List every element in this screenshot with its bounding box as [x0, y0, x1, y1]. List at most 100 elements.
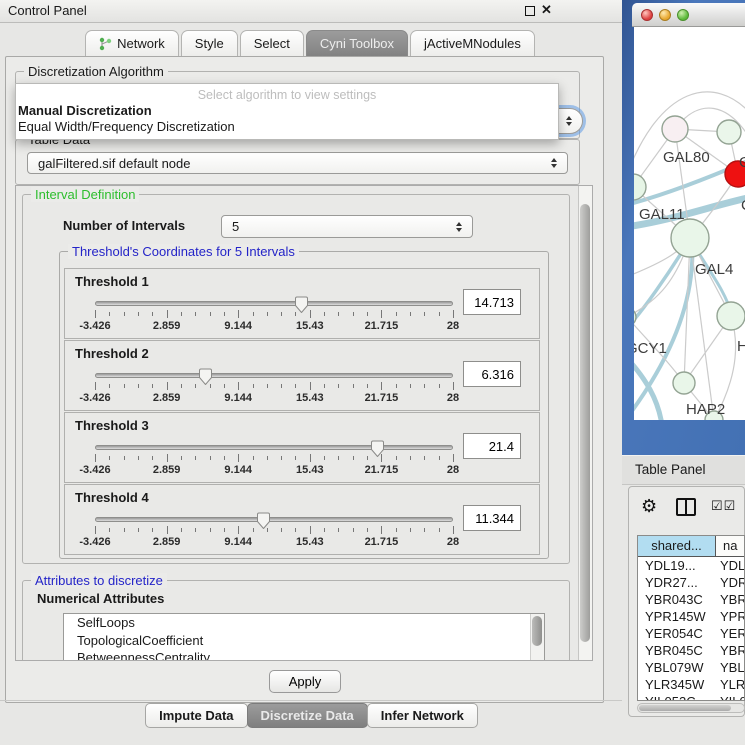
- checkbox-icons[interactable]: ☑☑: [711, 498, 736, 514]
- table-data-combobox[interactable]: galFiltered.sif default node: [27, 152, 568, 174]
- threshold-value-input[interactable]: [463, 361, 521, 387]
- tab-label: Select: [254, 36, 290, 51]
- list-scrollbar-thumb[interactable]: [532, 616, 542, 646]
- attribute-item-betweennesscentrality[interactable]: BetweennessCentrality: [64, 649, 544, 660]
- tab-network[interactable]: Network: [85, 30, 179, 56]
- cell-name[interactable]: YPR1: [716, 608, 744, 625]
- scale-tick-label: 21.715: [365, 536, 399, 548]
- interval-definition-group: Interval Definition Number of Intervals …: [22, 194, 570, 564]
- network-node[interactable]: [673, 372, 695, 394]
- cell-shared-name[interactable]: YER054C: [638, 625, 716, 642]
- bottom-tab-infer-network[interactable]: Infer Network: [367, 703, 478, 728]
- attribute-item-topologicalcoefficient[interactable]: TopologicalCoefficient: [64, 632, 544, 650]
- table-row[interactable]: YPR145WYPR1: [638, 608, 744, 625]
- split-column-icon[interactable]: [676, 498, 696, 516]
- cell-name[interactable]: YIL0: [716, 693, 744, 701]
- bottom-tab-impute-data[interactable]: Impute Data: [145, 703, 247, 728]
- attribute-item-selfloops[interactable]: SelfLoops: [64, 614, 544, 632]
- tab-cyni-toolbox[interactable]: Cyni Toolbox: [306, 30, 408, 56]
- table-row[interactable]: YDR27...YDR2: [638, 574, 744, 591]
- column-header-name[interactable]: na: [716, 536, 744, 556]
- tab-label: Cyni Toolbox: [320, 36, 394, 51]
- tab-select[interactable]: Select: [240, 30, 304, 56]
- float-window-icon[interactable]: [525, 6, 535, 16]
- slider-track[interactable]: [95, 373, 453, 378]
- cell-name[interactable]: YDL1: [716, 557, 744, 574]
- threshold-slider[interactable]: -3.4262.8599.14415.4321.71528: [95, 513, 453, 553]
- scale-tick-label: 28: [447, 464, 459, 476]
- table-row[interactable]: YBL079WYBL0: [638, 659, 744, 676]
- threshold-slider[interactable]: -3.4262.8599.14415.4321.71528: [95, 297, 453, 337]
- cell-name[interactable]: YBL0: [716, 659, 744, 676]
- settings-scrollbar-thumb[interactable]: [580, 204, 590, 642]
- table-row[interactable]: YBR045CYBR0: [638, 642, 744, 659]
- dropdown-option-manual-discretization[interactable]: Manual Discretization: [16, 102, 558, 118]
- list-scrollbar[interactable]: [530, 614, 544, 660]
- network-window: GAL80GCGAL11GAL4GCY1HHAP2: [622, 0, 745, 455]
- minimize-traffic-light-icon[interactable]: [659, 9, 671, 21]
- cell-shared-name[interactable]: YLR345W: [638, 676, 716, 693]
- table-panel-toolbar: ⚙ ☑☑: [629, 495, 745, 519]
- attributes-group: Attributes to discretize Numerical Attri…: [22, 580, 570, 660]
- cell-name[interactable]: YDR2: [716, 574, 744, 591]
- table-row[interactable]: YIL052CYIL0: [638, 693, 744, 701]
- table-row[interactable]: YLR345WYLR3: [638, 676, 744, 693]
- threshold-slider[interactable]: -3.4262.8599.14415.4321.71528: [95, 369, 453, 409]
- dropdown-hint: Select algorithm to view settings: [16, 84, 558, 102]
- threshold-value-input[interactable]: [463, 289, 521, 315]
- slider-track[interactable]: [95, 445, 453, 450]
- threshold-value-input[interactable]: [463, 433, 521, 459]
- network-node[interactable]: [634, 174, 646, 200]
- attributes-listbox[interactable]: SelfLoopsTopologicalCoefficientBetweenne…: [63, 613, 545, 660]
- cell-name[interactable]: YBR0: [716, 642, 744, 659]
- table-horizontal-scrollbar[interactable]: [637, 703, 745, 713]
- close-icon[interactable]: ✕: [541, 2, 552, 18]
- num-intervals-combobox[interactable]: 5: [221, 215, 473, 238]
- slider-track[interactable]: [95, 517, 453, 522]
- slider-track[interactable]: [95, 301, 453, 306]
- attributes-group-title: Attributes to discretize: [31, 573, 167, 588]
- table-scrollbar-thumb[interactable]: [639, 705, 731, 711]
- scale-tick-label: 28: [447, 320, 459, 332]
- zoom-traffic-light-icon[interactable]: [677, 9, 689, 21]
- network-node[interactable]: [634, 308, 636, 326]
- table-row[interactable]: YER054CYER0: [638, 625, 744, 642]
- cell-name[interactable]: YER0: [716, 625, 744, 642]
- network-node[interactable]: [662, 116, 688, 142]
- scale-tick-label: 9.144: [224, 320, 252, 332]
- divider: [0, 700, 622, 701]
- column-header-shared[interactable]: shared...: [638, 536, 716, 556]
- settings-scrollbar[interactable]: [578, 186, 592, 660]
- network-node[interactable]: [717, 302, 745, 330]
- apply-button[interactable]: Apply: [269, 670, 341, 693]
- table-row[interactable]: YBR043CYBR0: [638, 591, 744, 608]
- gear-icon[interactable]: ⚙: [641, 495, 657, 517]
- tab-jactivemnodules[interactable]: jActiveMNodules: [410, 30, 535, 56]
- network-node[interactable]: [671, 219, 709, 257]
- network-canvas[interactable]: GAL80GCGAL11GAL4GCY1HHAP2: [634, 27, 745, 420]
- close-traffic-light-icon[interactable]: [641, 9, 653, 21]
- cell-shared-name[interactable]: YBR045C: [638, 642, 716, 659]
- network-node[interactable]: [717, 120, 741, 144]
- interval-definition-title: Interval Definition: [31, 187, 139, 202]
- cell-name[interactable]: YLR3: [716, 676, 744, 693]
- cell-shared-name[interactable]: YDR27...: [638, 574, 716, 591]
- slider-scale-labels: -3.4262.8599.14415.4321.71528: [95, 320, 453, 333]
- cell-shared-name[interactable]: YDL19...: [638, 557, 716, 574]
- node-table[interactable]: shared... na YDL19...YDL1YDR27...YDR2YBR…: [637, 535, 745, 701]
- algorithm-dropdown-popup: Select algorithm to view settings Manual…: [15, 83, 559, 140]
- cell-shared-name[interactable]: YBR043C: [638, 591, 716, 608]
- cell-shared-name[interactable]: YIL052C: [638, 693, 716, 701]
- table-row[interactable]: YDL19...YDL1: [638, 557, 744, 574]
- control-panel-body: Discretization Algorithm Select algorith…: [5, 56, 604, 703]
- threshold-slider[interactable]: -3.4262.8599.14415.4321.71528: [95, 441, 453, 481]
- tab-style[interactable]: Style: [181, 30, 238, 56]
- table-data-value: galFiltered.sif default node: [38, 156, 190, 171]
- dropdown-option-equal-width-frequency-discretization[interactable]: Equal Width/Frequency Discretization: [16, 118, 558, 134]
- scale-tick-label: 9.144: [224, 392, 252, 404]
- bottom-tab-discretize-data[interactable]: Discretize Data: [247, 703, 368, 728]
- cell-shared-name[interactable]: YPR145W: [638, 608, 716, 625]
- threshold-value-input[interactable]: [463, 505, 521, 531]
- cell-shared-name[interactable]: YBL079W: [638, 659, 716, 676]
- cell-name[interactable]: YBR0: [716, 591, 744, 608]
